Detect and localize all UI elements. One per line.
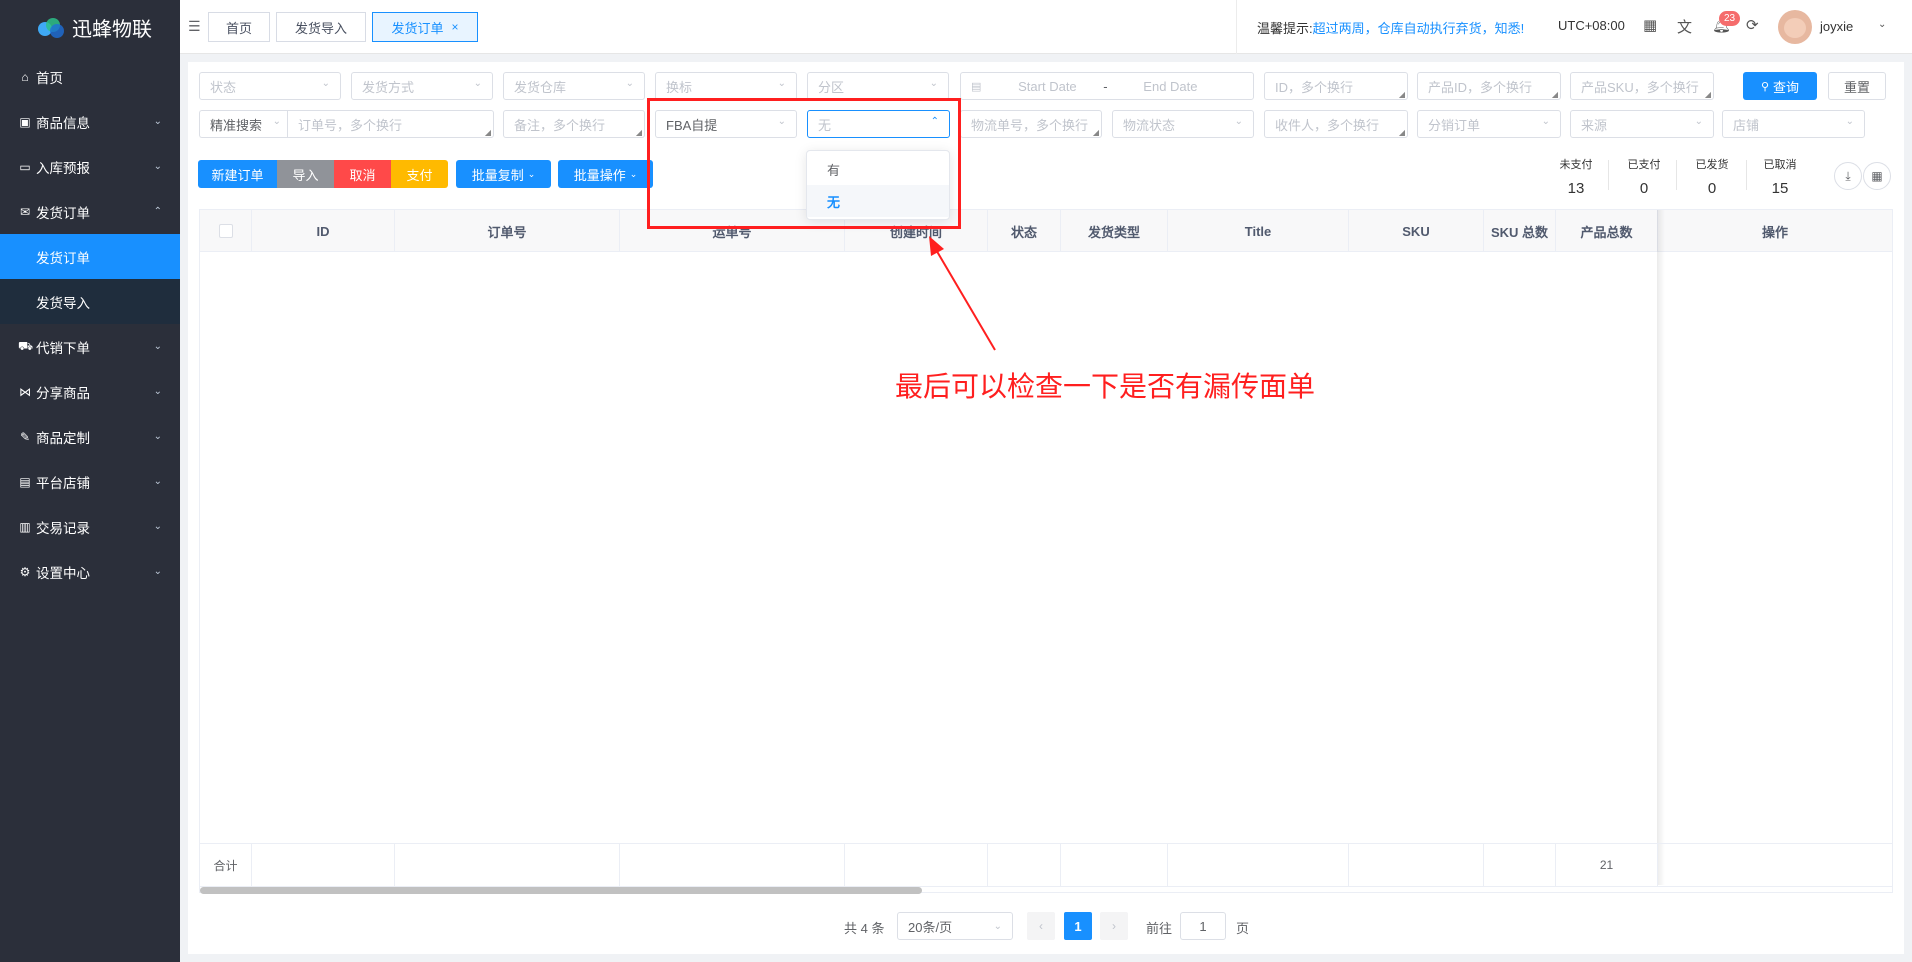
annotation-arrow xyxy=(929,236,996,351)
annotation-text: 最后可以检查一下是否有漏传面单 xyxy=(895,371,1316,402)
